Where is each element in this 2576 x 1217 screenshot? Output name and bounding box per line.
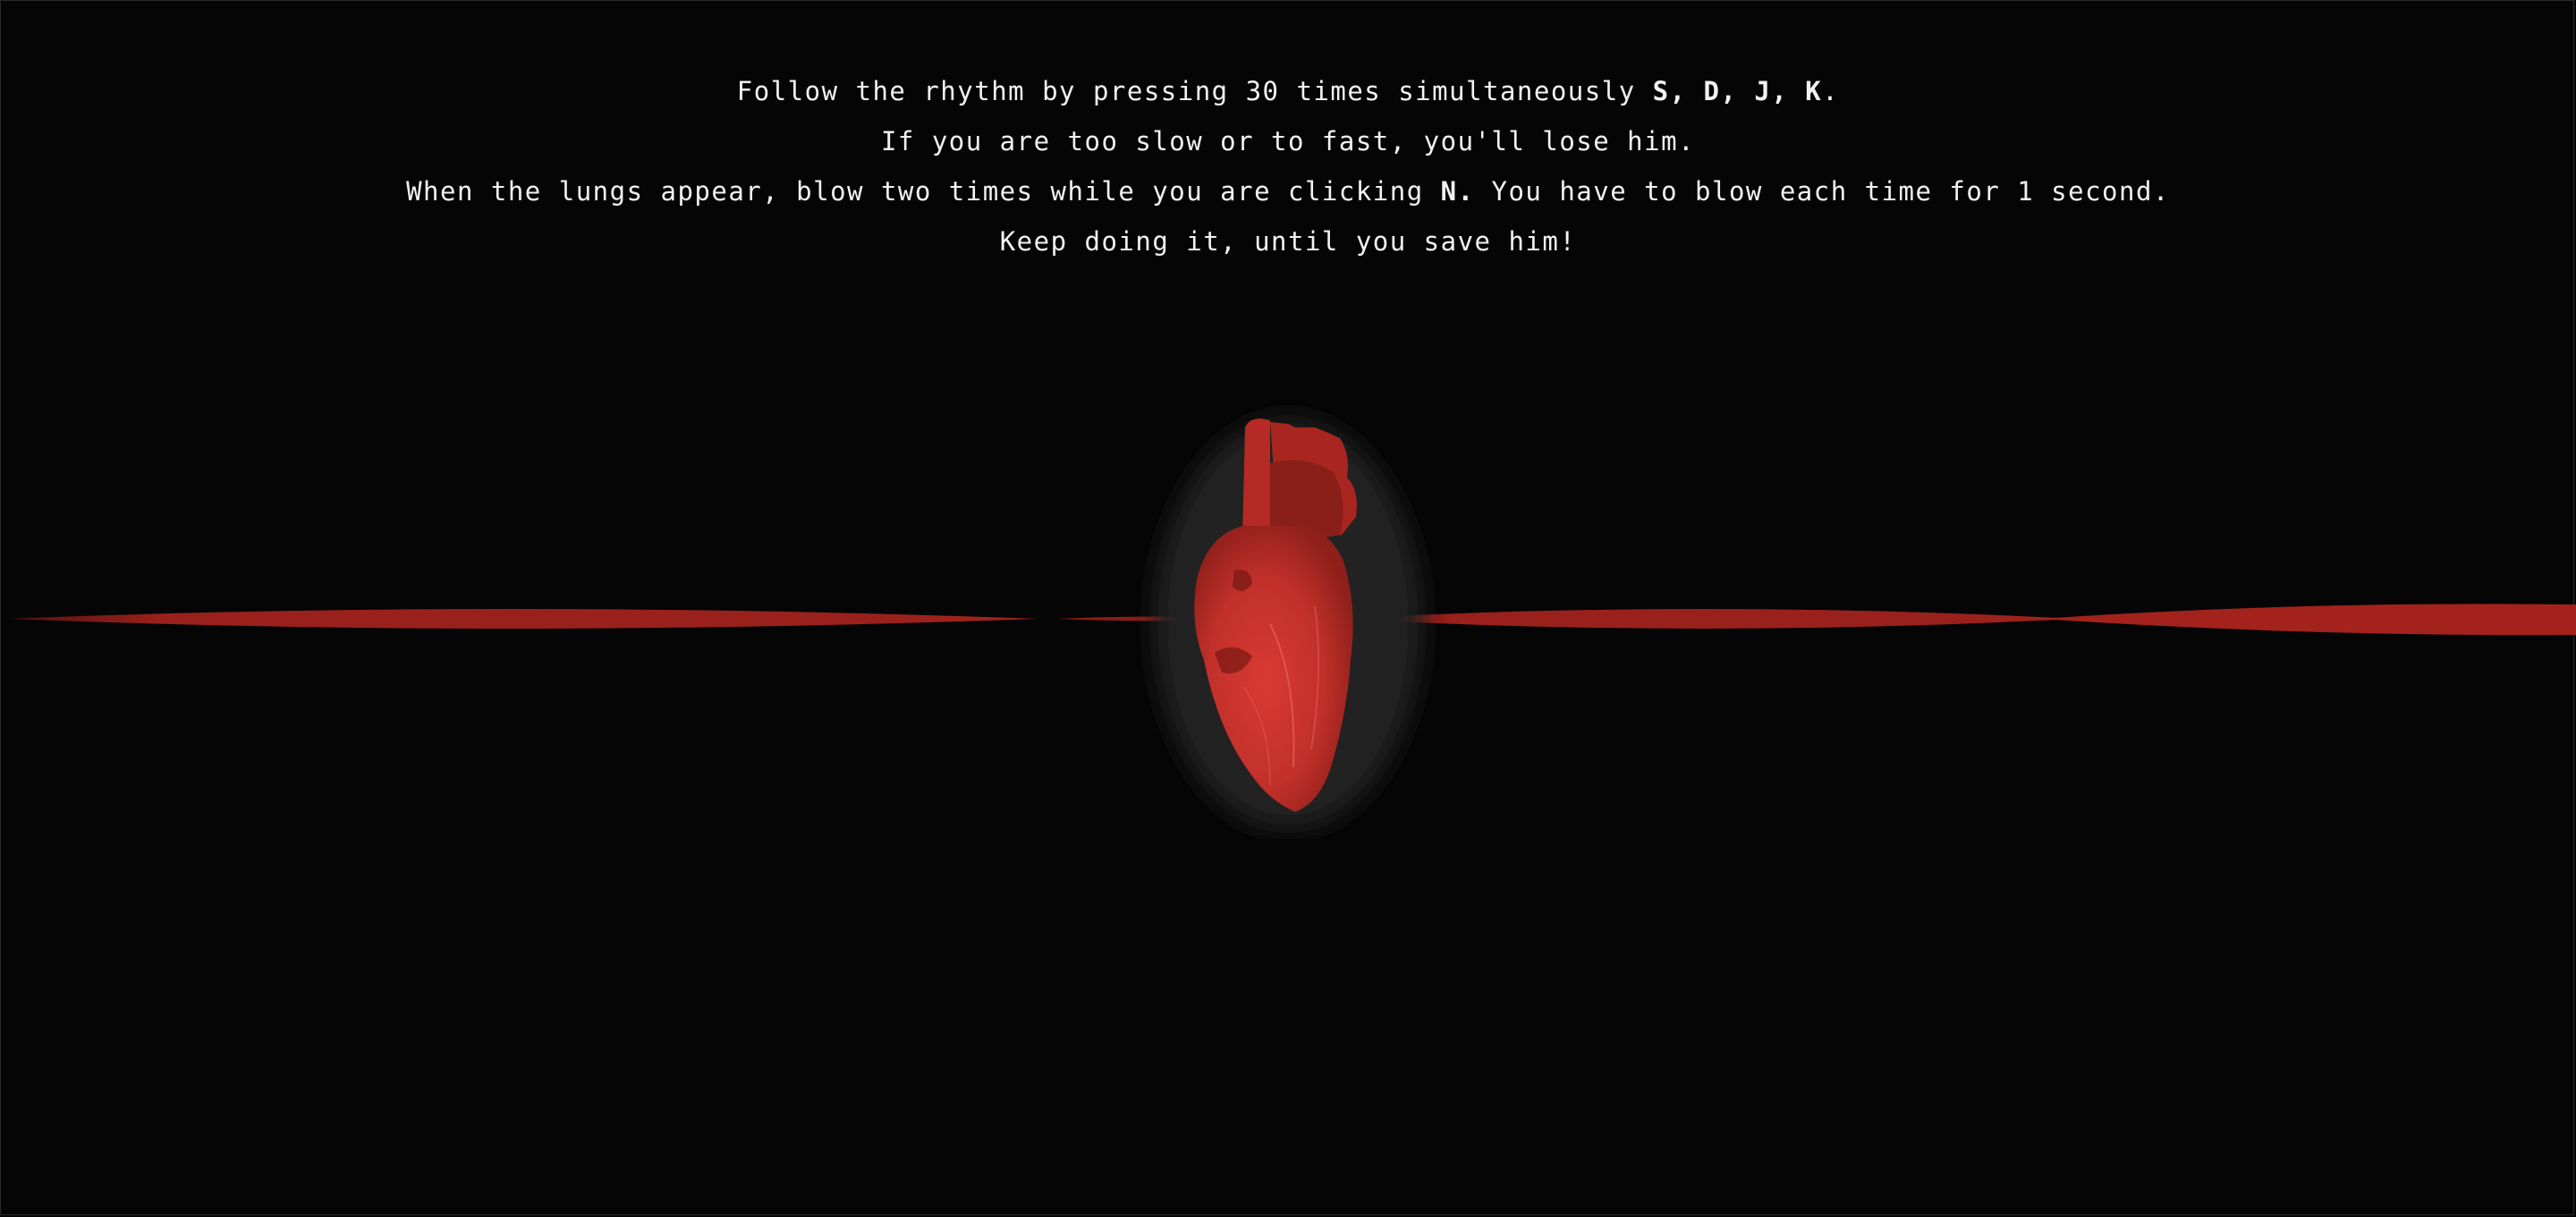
pulse-segment-3: [1342, 609, 2075, 629]
game-stage: [0, 0, 2576, 1217]
anatomical-heart-icon: [1154, 418, 1422, 830]
pulse-segment-4: [2039, 604, 2576, 636]
pulse-segment-1: [9, 609, 1038, 629]
